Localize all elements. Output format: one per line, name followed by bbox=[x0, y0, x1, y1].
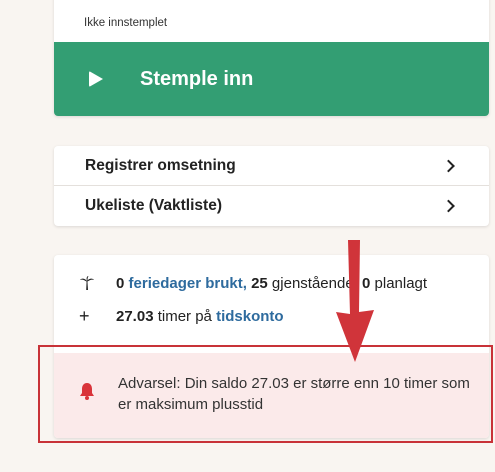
stamp-in-label: Stemple inn bbox=[140, 67, 254, 90]
vacation-used-link[interactable]: feriedager brukt, bbox=[129, 275, 247, 292]
register-sales-link[interactable]: Registrer omsetning bbox=[54, 146, 489, 186]
clock-status-text: Ikke innstemplet bbox=[84, 17, 168, 29]
vacation-remaining-count: 25 bbox=[251, 274, 268, 292]
plus-icon: + bbox=[79, 306, 90, 326]
vacation-text: 0 feriedager brukt, 25 gjenstående, 0 pl… bbox=[116, 275, 427, 292]
vacation-planned-text: planlagt bbox=[374, 274, 428, 292]
chevron-right-icon bbox=[442, 199, 455, 213]
clock-card: Ikke innstemplet Stemple inn bbox=[54, 0, 489, 116]
time-account-link[interactable]: tidskonto bbox=[216, 308, 284, 325]
bell-icon bbox=[80, 383, 94, 400]
palm-tree-icon bbox=[80, 276, 94, 290]
time-account-balance: 27.03 bbox=[116, 307, 154, 325]
warning-banner: Advarsel: Din saldo 27.03 er større enn … bbox=[54, 353, 489, 438]
play-icon bbox=[89, 71, 103, 87]
chevron-right-icon bbox=[442, 159, 455, 172]
week-list-label: Ukeliste (Vaktliste) bbox=[85, 197, 222, 214]
links-card: Registrer omsetning Ukeliste (Vaktliste) bbox=[54, 146, 489, 226]
vacation-used-count: 0 bbox=[116, 274, 125, 292]
warning-text: Advarsel: Din saldo 27.03 er større enn … bbox=[118, 375, 470, 413]
info-card: 0 feriedager brukt, 25 gjenstående, 0 pl… bbox=[54, 255, 489, 438]
register-sales-label: Registrer omsetning bbox=[85, 156, 236, 174]
vacation-remaining-text: gjenstående, bbox=[271, 274, 358, 292]
time-account-label: timer på bbox=[157, 307, 212, 325]
week-list-link[interactable]: Ukeliste (Vaktliste) bbox=[54, 186, 489, 226]
time-account-text: 27.03 timer på tidskonto bbox=[116, 308, 284, 325]
stamp-in-button[interactable]: Stemple inn bbox=[54, 42, 489, 116]
vacation-planned-count: 0 bbox=[362, 274, 371, 292]
